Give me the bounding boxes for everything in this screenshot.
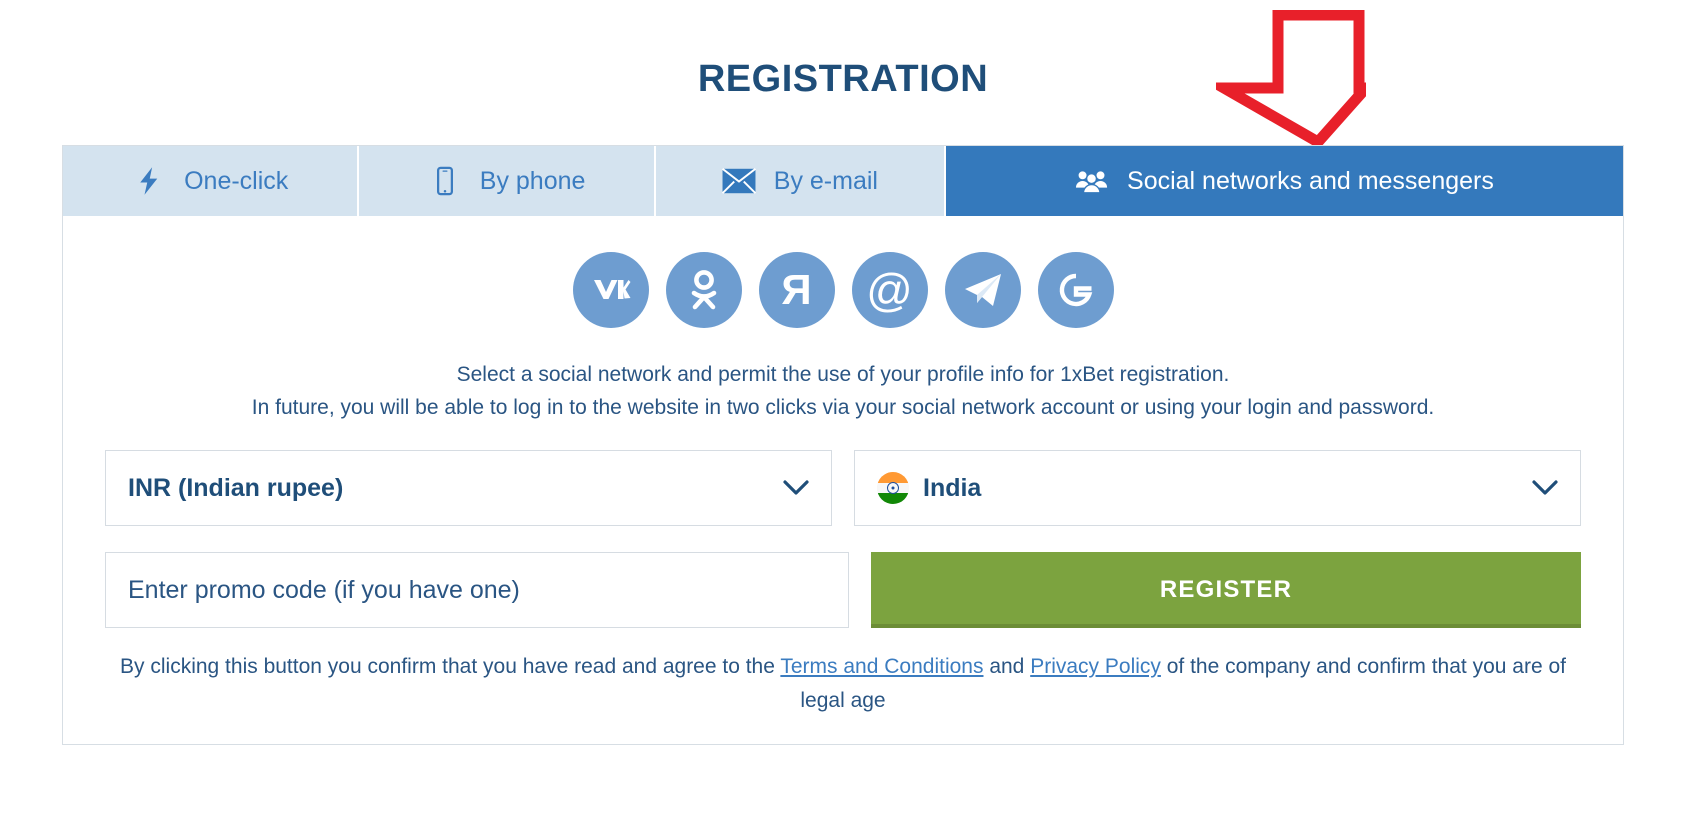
tab-social-networks-label: Social networks and messengers	[1127, 166, 1494, 195]
currency-country-row: INR (Indian rupee) India	[63, 424, 1623, 526]
country-select-value: India	[923, 473, 982, 502]
tab-by-email[interactable]: By e-mail	[655, 146, 946, 216]
vk-glyph	[593, 280, 630, 299]
odnoklassniki-icon[interactable]	[665, 252, 742, 328]
privacy-policy-link[interactable]: Privacy Policy	[1030, 655, 1161, 678]
envelope-icon	[721, 164, 756, 198]
registration-form-body: Я @ Select a social network and permit t…	[63, 216, 1623, 744]
terms-middle: and	[983, 655, 1031, 678]
odnoklassniki-glyph	[691, 270, 716, 310]
tab-by-email-label: By e-mail	[773, 166, 878, 195]
registration-card: One-click By phone By e-mail Social netw…	[62, 145, 1624, 745]
google-glyph	[1059, 273, 1092, 307]
people-group-icon	[1075, 164, 1109, 198]
promo-code-placeholder: Enter promo code (if you have one)	[128, 575, 520, 604]
social-description-line2: In future, you will be able to log in to…	[251, 396, 1435, 419]
google-icon[interactable]	[1037, 252, 1114, 328]
terms-agreement-text: By clicking this button you confirm that…	[63, 650, 1623, 718]
social-description: Select a social network and permit the u…	[63, 358, 1623, 424]
chevron-down-icon	[783, 480, 809, 495]
page-title: REGISTRATION	[697, 58, 989, 100]
social-description-line1: Select a social network and permit the u…	[456, 363, 1230, 386]
india-flag-icon	[877, 472, 909, 504]
chevron-down-icon	[1532, 480, 1558, 495]
promo-code-input[interactable]: Enter promo code (if you have one)	[105, 552, 849, 628]
mailru-glyph: @	[866, 264, 913, 316]
telegram-icon[interactable]	[944, 252, 1021, 328]
registration-method-tabs: One-click By phone By e-mail Social netw…	[63, 146, 1623, 216]
promo-register-row: Enter promo code (if you have one) REGIS…	[63, 526, 1623, 628]
terms-and-conditions-link[interactable]: Terms and Conditions	[780, 655, 983, 678]
yandex-glyph: Я	[781, 266, 812, 313]
vk-icon[interactable]	[572, 252, 649, 328]
mailru-icon[interactable]: @	[851, 252, 928, 328]
yandex-icon[interactable]: Я	[758, 252, 835, 328]
mobile-phone-icon	[428, 164, 462, 198]
tab-by-phone-label: By phone	[479, 166, 586, 195]
country-select[interactable]: India	[854, 450, 1581, 526]
tab-social-networks[interactable]: Social networks and messengers	[945, 146, 1623, 216]
tab-one-click[interactable]: One-click	[63, 146, 360, 216]
register-button[interactable]: REGISTER	[871, 552, 1581, 628]
currency-select-value: INR (Indian rupee)	[128, 473, 344, 502]
telegram-glyph	[964, 274, 1001, 306]
terms-prefix: By clicking this button you confirm that…	[120, 655, 781, 678]
currency-select[interactable]: INR (Indian rupee)	[105, 450, 832, 526]
social-network-buttons: Я @	[63, 216, 1623, 328]
tab-by-phone[interactable]: By phone	[359, 146, 656, 216]
lightning-bolt-icon	[132, 164, 166, 198]
tab-one-click-label: One-click	[184, 166, 289, 195]
